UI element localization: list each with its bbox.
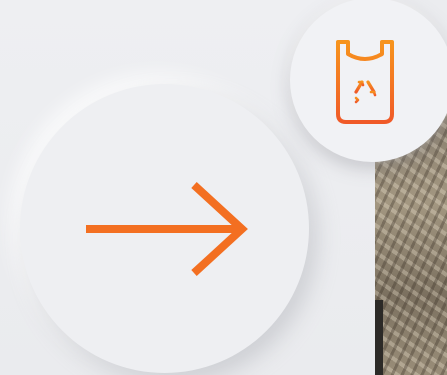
recycle-bag-icon xyxy=(336,40,394,124)
next-button[interactable] xyxy=(20,84,309,373)
background-photo-shadow xyxy=(375,300,383,375)
recycle-badge xyxy=(290,0,447,162)
arrow-right-icon xyxy=(85,181,248,276)
